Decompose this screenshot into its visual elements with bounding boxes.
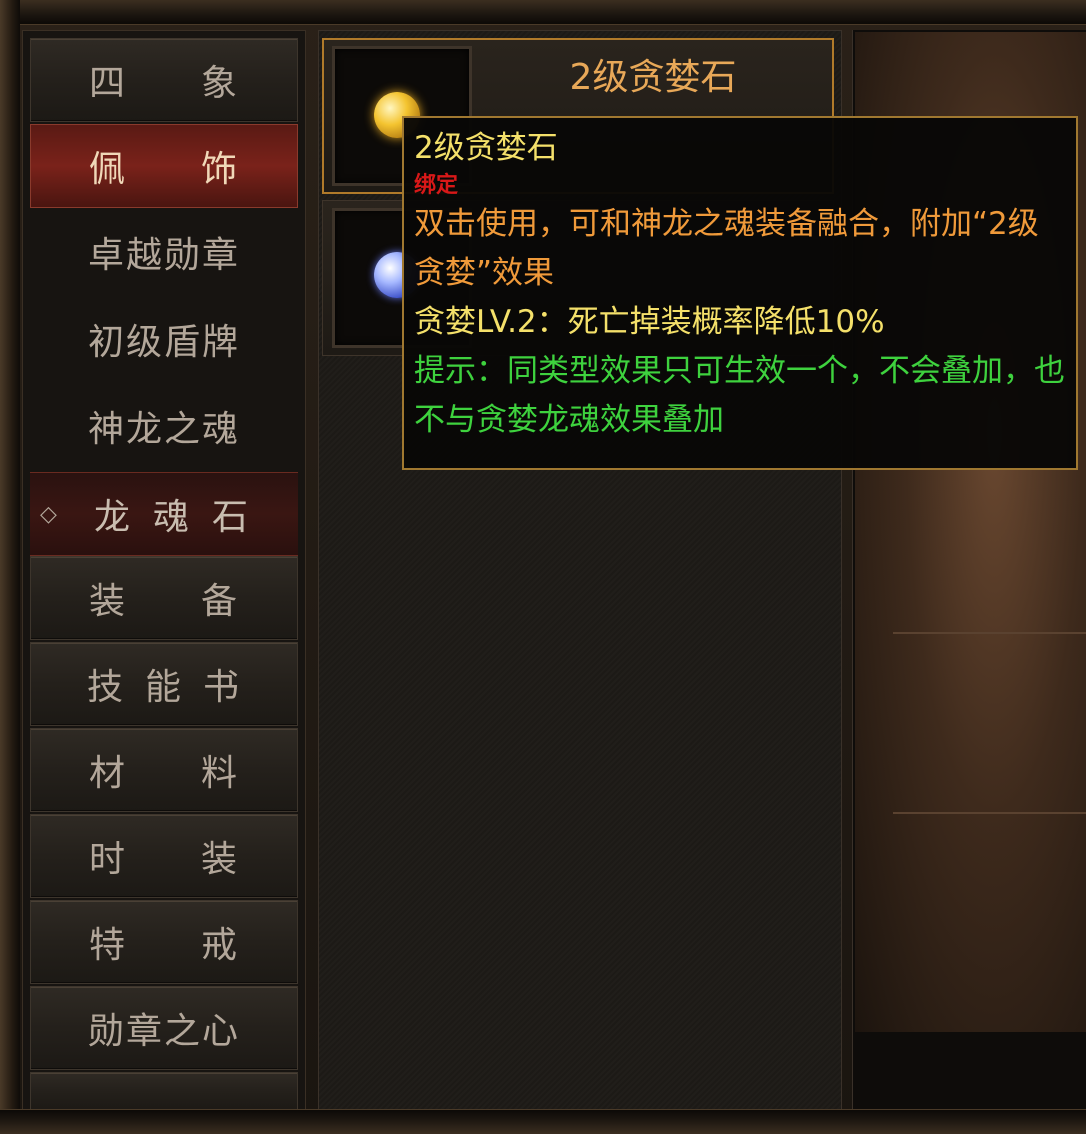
selected-diamond-icon: ◇ — [40, 501, 59, 527]
tab-char: 技 — [87, 667, 126, 708]
tab-char: 时 — [89, 839, 128, 880]
tab-char: 龙 — [94, 497, 133, 538]
divider — [893, 812, 1086, 814]
tab-char: 料 — [200, 753, 239, 794]
tab-fashion[interactable]: 时 装 — [30, 814, 298, 898]
tab-dragon-soul[interactable]: 神龙之魂 — [30, 384, 298, 468]
tooltip-description: 双击使用，可和神龙之魂装备融合，附加“2级贪婪”效果 — [414, 206, 1039, 291]
tab-label: 神龙之魂 — [87, 409, 240, 450]
tab-label: 勋章之心 — [87, 1011, 240, 1052]
tab-char: 能 — [144, 667, 183, 708]
tab-char: 书 — [202, 667, 241, 708]
item-tooltip: 2级贪婪石 绑定 双击使用，可和神龙之魂装备融合，附加“2级贪婪”效果 贪婪LV… — [402, 116, 1078, 470]
tab-label: 卓越勋章 — [87, 235, 240, 276]
tab-special-ring[interactable]: 特 戒 — [30, 900, 298, 984]
frame-top-border — [0, 0, 1086, 25]
tab-char: 戒 — [200, 925, 239, 966]
tooltip-effect: 贪婪LV.2：死亡掉装概率降低10% — [414, 304, 885, 340]
tooltip-hint: 提示：同类型效果只可生效一个，不会叠加，也不与贪婪龙魂效果叠加 — [414, 353, 1065, 438]
tab-junior-shield[interactable]: 初级盾牌 — [30, 297, 298, 381]
divider — [893, 632, 1086, 634]
tooltip-item-name: 2级贪婪石 — [414, 130, 558, 166]
tooltip-bind-status: 绑定 — [414, 173, 459, 198]
tab-char: 石 — [211, 497, 250, 538]
frame-left-border — [0, 0, 20, 1134]
tab-char: 装 — [200, 839, 239, 880]
tab-char: 备 — [200, 581, 239, 622]
frame-bottom-border — [0, 1109, 1086, 1134]
tab-dragon-soul-stone[interactable]: ◇ 龙 魂 石 — [30, 472, 298, 556]
tab-char: 装 — [89, 581, 128, 622]
tab-skill-book[interactable]: 技 能 书 — [30, 642, 298, 726]
tab-partial-next[interactable] — [30, 1072, 298, 1112]
tab-label: 初级盾牌 — [87, 322, 240, 363]
tab-materials[interactable]: 材 料 — [30, 728, 298, 812]
tab-zhuoyue-medal[interactable]: 卓越勋章 — [30, 210, 298, 294]
tab-char: 象 — [200, 63, 239, 104]
tab-char: 饰 — [200, 149, 239, 190]
tab-char: 佩 — [89, 149, 128, 190]
tab-char: 魂 — [152, 497, 191, 538]
item-title: 2级贪婪石 — [569, 57, 737, 98]
tab-char: 特 — [89, 925, 128, 966]
tab-char: 材 — [89, 753, 128, 794]
tab-equipment[interactable]: 装 备 — [30, 556, 298, 640]
tab-peishi[interactable]: 佩 饰 — [30, 124, 298, 208]
tab-char: 四 — [89, 63, 128, 104]
tab-medal-heart[interactable]: 勋章之心 — [30, 986, 298, 1070]
tab-sixiang[interactable]: 四 象 — [30, 38, 298, 122]
